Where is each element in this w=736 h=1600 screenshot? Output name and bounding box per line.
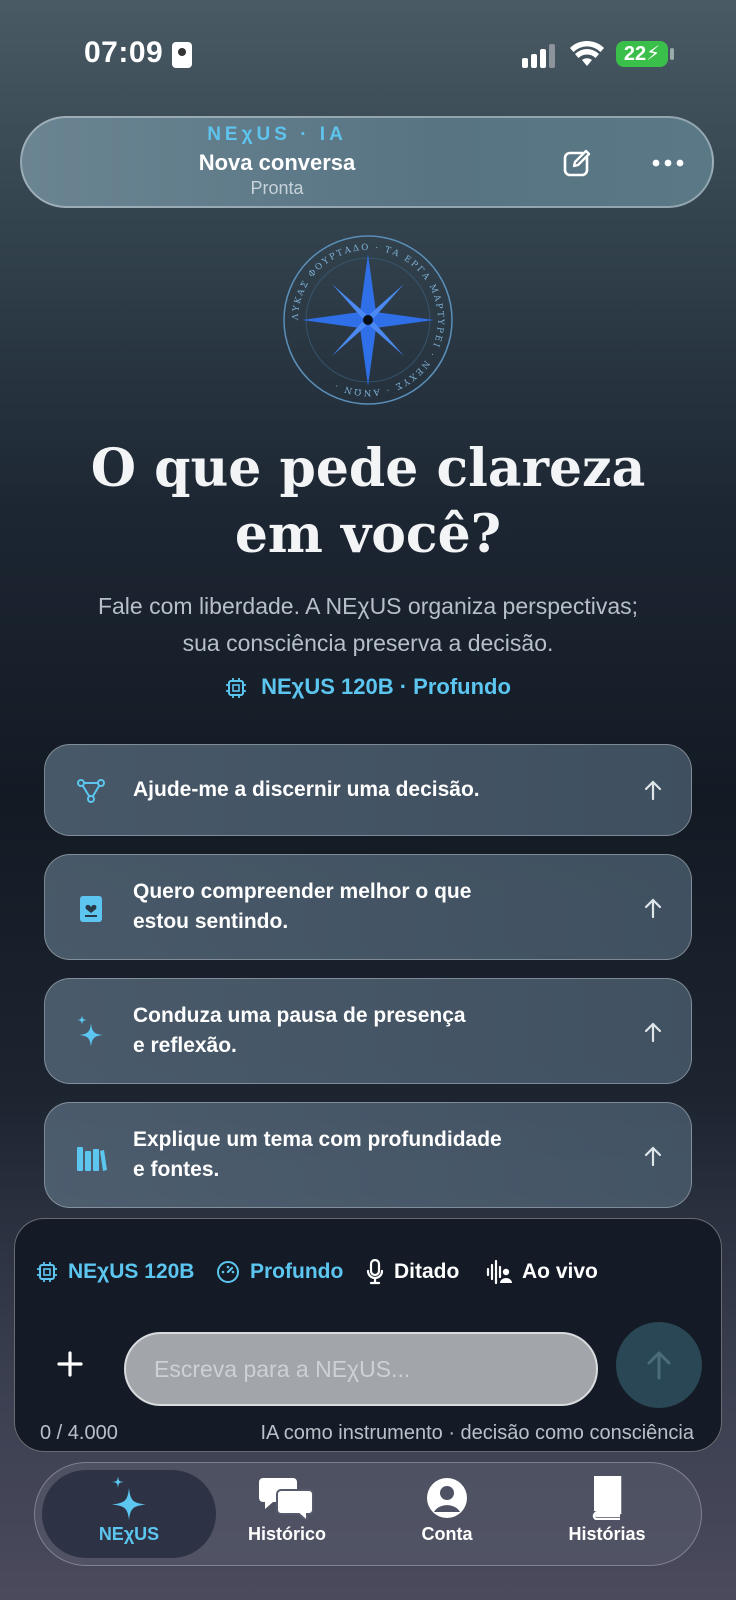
- attach-plus-icon[interactable]: [56, 1350, 84, 1378]
- message-input[interactable]: [124, 1332, 598, 1406]
- charging-bolt-icon: ⚡: [646, 43, 661, 65]
- id-card-icon: [172, 42, 192, 68]
- model-indicator: NEχUS 120B · Profundo: [0, 674, 736, 700]
- send-arrow-up-icon: [647, 1351, 671, 1380]
- sparkles-icon: [77, 1015, 103, 1047]
- gauge-icon: [217, 1261, 239, 1284]
- suggestion-card[interactable]: Conduza uma pausa de presença e reflexão.: [44, 978, 692, 1084]
- hero-subtitle: Fale com liberdade. A NEχUS organiza per…: [97, 593, 639, 656]
- account-icon: [427, 1478, 467, 1518]
- suggestion-card[interactable]: Ajude-me a discernir uma decisão.: [44, 744, 692, 836]
- dictation-button[interactable]: Ditado: [366, 1258, 459, 1286]
- arrow-up-icon: [644, 898, 662, 919]
- cellular-signal-icon: [522, 44, 555, 68]
- nav-item-history[interactable]: Histórico: [212, 1476, 362, 1545]
- nav-item-account[interactable]: Conta: [372, 1476, 522, 1545]
- nav-item-stories[interactable]: Histórias: [532, 1476, 682, 1545]
- nav-label: Histórias: [568, 1524, 646, 1544]
- suggestion-text: Explique um tema com profundidade e fonte…: [133, 1128, 502, 1181]
- nav-item-nexus[interactable]: NEχUS: [54, 1476, 204, 1545]
- suggestion-text: Conduza uma pausa de presença e reflexão.: [133, 1004, 466, 1057]
- microphone-icon: [366, 1259, 384, 1285]
- suggestion-card[interactable]: Quero compreender melhor o que estou sent…: [44, 854, 692, 960]
- battery-indicator: 22⚡: [616, 41, 668, 67]
- wifi-icon: [570, 40, 604, 66]
- book-icon: [592, 1476, 622, 1520]
- journal-heart-icon: [80, 896, 102, 922]
- conversation-status: Pronta: [250, 178, 304, 198]
- sparkles-icon: [112, 1476, 146, 1520]
- chip-icon: [226, 678, 247, 699]
- suggestion-card[interactable]: Explique um tema com profundidade e fonte…: [44, 1102, 692, 1208]
- status-time: 07:09: [84, 36, 164, 69]
- arrow-up-icon: [644, 780, 662, 801]
- suggestion-text: Ajude-me a discernir uma decisão.: [133, 778, 480, 801]
- composer-tagline: IA como instrumento · decisão como consc…: [260, 1422, 694, 1444]
- live-waveform-icon: [486, 1260, 512, 1285]
- character-counter: 0 / 4.000: [40, 1422, 118, 1444]
- hero-title: O que pede clareza em você?: [90, 438, 646, 565]
- chat-bubbles-icon: [259, 1478, 314, 1520]
- nav-label: Histórico: [247, 1524, 326, 1544]
- compass-emblem: ΛΥΚΑΣ ΦΟΥΡΤΑΔΟ · ΤΑ ΕΡΓΑ ΜΑΡΤΥΡΕΙ · ΝΕΧΥ…: [283, 235, 453, 405]
- more-options-icon[interactable]: [650, 150, 686, 176]
- suggestion-text: Quero compreender melhor o que estou sent…: [133, 880, 472, 933]
- chip-icon: [37, 1262, 57, 1283]
- conversation-title[interactable]: Nova conversa: [0, 150, 554, 176]
- send-button[interactable]: [616, 1322, 702, 1408]
- model-selector[interactable]: NEχUS 120B: [36, 1258, 194, 1286]
- nav-label: NEχUS: [98, 1524, 160, 1544]
- branch-icon: [77, 779, 105, 803]
- nav-label: Conta: [421, 1524, 473, 1544]
- books-icon: [77, 1147, 107, 1171]
- battery-tip: [670, 48, 674, 60]
- arrow-up-icon: [644, 1146, 662, 1167]
- arrow-up-icon: [644, 1022, 662, 1043]
- depth-mode-selector[interactable]: Profundo: [216, 1258, 343, 1286]
- live-voice-button[interactable]: Ao vivo: [486, 1258, 598, 1286]
- brand-label: NEχUS · IA: [207, 124, 347, 145]
- new-conversation-edit-icon[interactable]: [562, 148, 592, 178]
